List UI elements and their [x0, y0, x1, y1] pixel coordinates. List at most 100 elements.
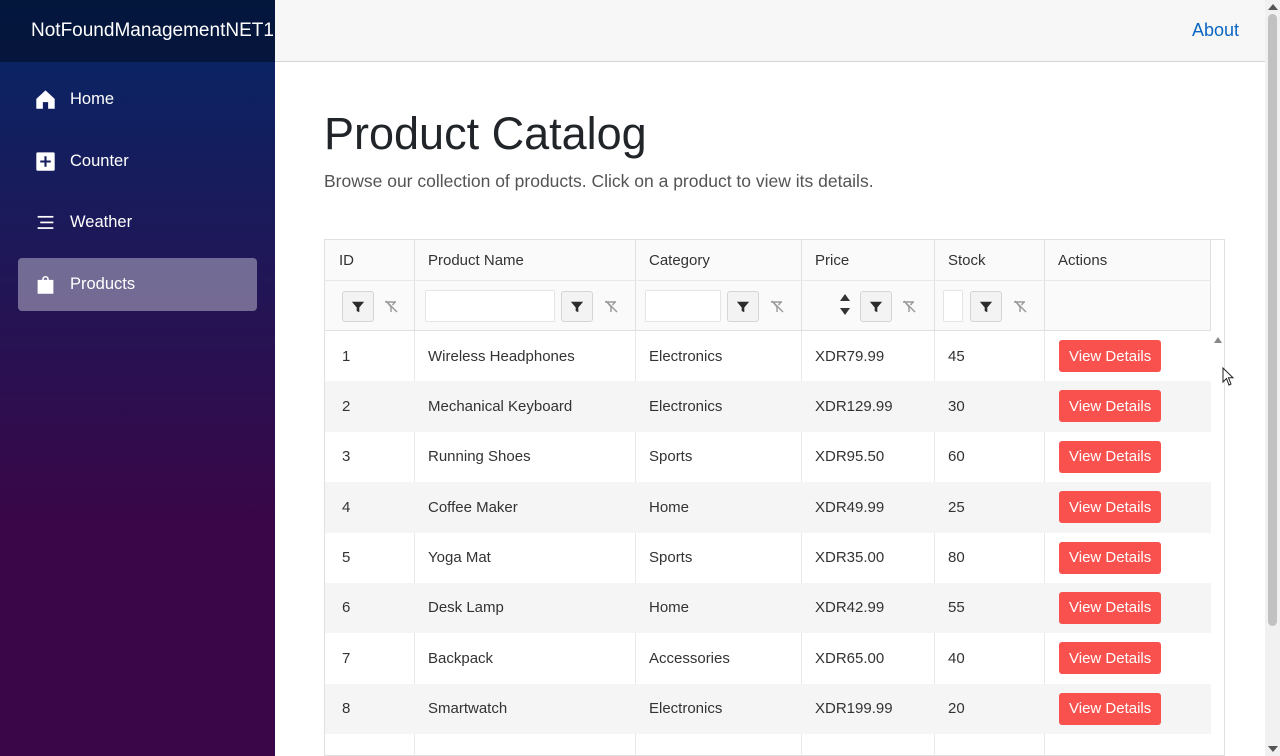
app-brand[interactable]: NotFoundManagementNET1	[31, 20, 274, 42]
filter-icon[interactable]	[970, 291, 1002, 322]
cell-category: Accessories	[649, 649, 730, 667]
table-row[interactable]: 3 Running Shoes Sports XDR95.50 60 View Detai…	[325, 432, 1211, 482]
column-header-stock[interactable]: Stock	[948, 240, 986, 280]
cell-actions: View Details	[1059, 381, 1162, 431]
cell-actions: View Details	[1059, 583, 1162, 633]
price-spinner[interactable]	[839, 294, 851, 318]
plus-square-icon	[34, 150, 56, 172]
category-filter-input[interactable]	[645, 290, 721, 322]
clear-filter-icon[interactable]	[1005, 291, 1035, 322]
page-scrollbar[interactable]	[1265, 0, 1280, 756]
view-details-button[interactable]: View Details	[1059, 642, 1162, 675]
column-header-actions: Actions	[1058, 251, 1108, 269]
column-header-id[interactable]: ID	[339, 240, 354, 280]
cell-price: XDR95.50	[815, 448, 885, 466]
cell-stock: 60	[948, 448, 965, 466]
table-row[interactable]: 1 Wireless Headphones Electronics XDR79.99 4…	[325, 331, 1211, 381]
cell-id: 2	[342, 397, 351, 415]
cell-stock: 55	[948, 599, 965, 617]
cell-actions: View Details	[1059, 482, 1162, 532]
sidebar-item-weather[interactable]: Weather	[18, 196, 257, 249]
column-header-name[interactable]: Product Name	[428, 240, 524, 280]
sidebar: NotFoundManagementNET1 Home Counter Weat…	[0, 0, 275, 756]
sidebar-item-label: Products	[70, 274, 136, 293]
brand-bar: NotFoundManagementNET1	[0, 0, 275, 62]
cell-stock: 45	[948, 347, 965, 365]
sidebar-item-label: Home	[70, 90, 115, 108]
top-row: About	[275, 0, 1265, 62]
cell-product-name: Running Shoes	[428, 448, 531, 466]
cell-price: XDR129.99	[815, 397, 893, 415]
table-row[interactable]: 5 Yoga Mat Sports XDR35.00 80 View Details	[325, 533, 1211, 583]
filter-icon[interactable]	[342, 291, 374, 322]
cell-price: XDR35.00	[815, 549, 885, 567]
sidebar-item-label: Weather	[70, 213, 133, 231]
about-link[interactable]: About	[1192, 20, 1239, 41]
cell-product-name: Wireless Headphones	[428, 347, 575, 365]
cell-product-name: Mechanical Keyboard	[428, 397, 573, 415]
view-details-button[interactable]: View Details	[1059, 390, 1162, 423]
cell-price: XDR79.99	[815, 347, 885, 365]
cell-product-name: Yoga Mat	[428, 549, 491, 567]
clear-filter-icon[interactable]	[762, 291, 792, 322]
clear-filter-icon[interactable]	[376, 291, 406, 322]
view-details-button[interactable]: View Details	[1059, 591, 1162, 624]
column-header-category[interactable]: Category	[649, 240, 710, 280]
table-row[interactable]: 8 Smartwatch Electronics XDR199.99 20 View De…	[325, 683, 1211, 735]
sidebar-item-home[interactable]: Home	[18, 73, 257, 126]
cell-category: Sports	[649, 448, 693, 466]
cell-id: 6	[342, 599, 351, 617]
cell-category: Sports	[649, 549, 693, 567]
scrollbar-thumb[interactable]	[1268, 14, 1277, 626]
stock-filter-input[interactable]	[943, 290, 963, 322]
view-details-button[interactable]: View Details	[1059, 692, 1162, 725]
column-header-price[interactable]: Price	[815, 240, 849, 280]
grid-header: ID Product Name Category Price Stock Act…	[325, 240, 1211, 331]
mouse-cursor-icon	[1222, 367, 1235, 386]
table-row[interactable]: 6 Desk Lamp Home XDR42.99 55 View Details	[325, 582, 1211, 634]
cell-category: Electronics	[649, 700, 723, 718]
filter-icon[interactable]	[727, 291, 759, 322]
cell-id: 8	[342, 700, 351, 718]
cell-price: XDR199.99	[815, 700, 893, 718]
cell-category: Electronics	[649, 397, 723, 415]
cell-actions: View Details	[1059, 533, 1162, 583]
home-icon	[34, 89, 56, 111]
sidebar-item-products[interactable]: Products	[18, 257, 257, 311]
list-icon	[34, 212, 56, 234]
grid-body: 1 Wireless Headphones Electronics XDR79.99 4…	[325, 331, 1211, 735]
clear-filter-icon[interactable]	[596, 291, 626, 322]
filter-icon[interactable]	[860, 291, 892, 322]
view-details-button[interactable]: View Details	[1059, 440, 1162, 473]
sidebar-item-counter[interactable]: Counter	[18, 135, 257, 188]
cell-category: Electronics	[649, 347, 723, 365]
scroll-up-icon[interactable]	[1214, 337, 1222, 343]
table-row[interactable]: 2 Mechanical Keyboard Electronics XDR129.99…	[325, 381, 1211, 432]
products-grid: ID Product Name Category Price Stock Act…	[324, 239, 1225, 756]
cell-price: XDR65.00	[815, 649, 885, 667]
cell-price: XDR42.99	[815, 599, 885, 617]
cell-stock: 80	[948, 549, 965, 567]
clear-filter-icon[interactable]	[894, 291, 924, 322]
view-details-button[interactable]: View Details	[1059, 491, 1162, 524]
scroll-down-icon[interactable]	[1268, 746, 1278, 752]
filter-icon[interactable]	[561, 291, 593, 322]
cell-actions: View Details	[1059, 633, 1162, 683]
cell-actions: View Details	[1059, 331, 1162, 381]
table-row[interactable]: 4 Coffee Maker Home XDR49.99 25 View Details	[325, 482, 1211, 533]
cell-stock: 25	[948, 498, 965, 516]
filter-row	[325, 280, 1211, 331]
name-filter-input[interactable]	[425, 290, 555, 322]
table-row[interactable]: 7 Backpack Accessories XDR65.00 40 View Detai…	[325, 633, 1211, 683]
cell-category: Home	[649, 599, 690, 617]
page-title: Product Catalog	[324, 108, 647, 159]
grid-scrollbar[interactable]	[1211, 331, 1224, 755]
view-details-button[interactable]: View Details	[1059, 340, 1162, 372]
view-details-button[interactable]: View Details	[1059, 541, 1162, 574]
cell-id: 1	[342, 347, 351, 365]
cell-product-name: Coffee Maker	[428, 498, 518, 516]
cell-product-name: Smartwatch	[428, 700, 508, 718]
bag-icon	[34, 273, 56, 295]
scroll-up-icon[interactable]	[1268, 4, 1278, 10]
cell-actions: View Details	[1059, 684, 1162, 734]
